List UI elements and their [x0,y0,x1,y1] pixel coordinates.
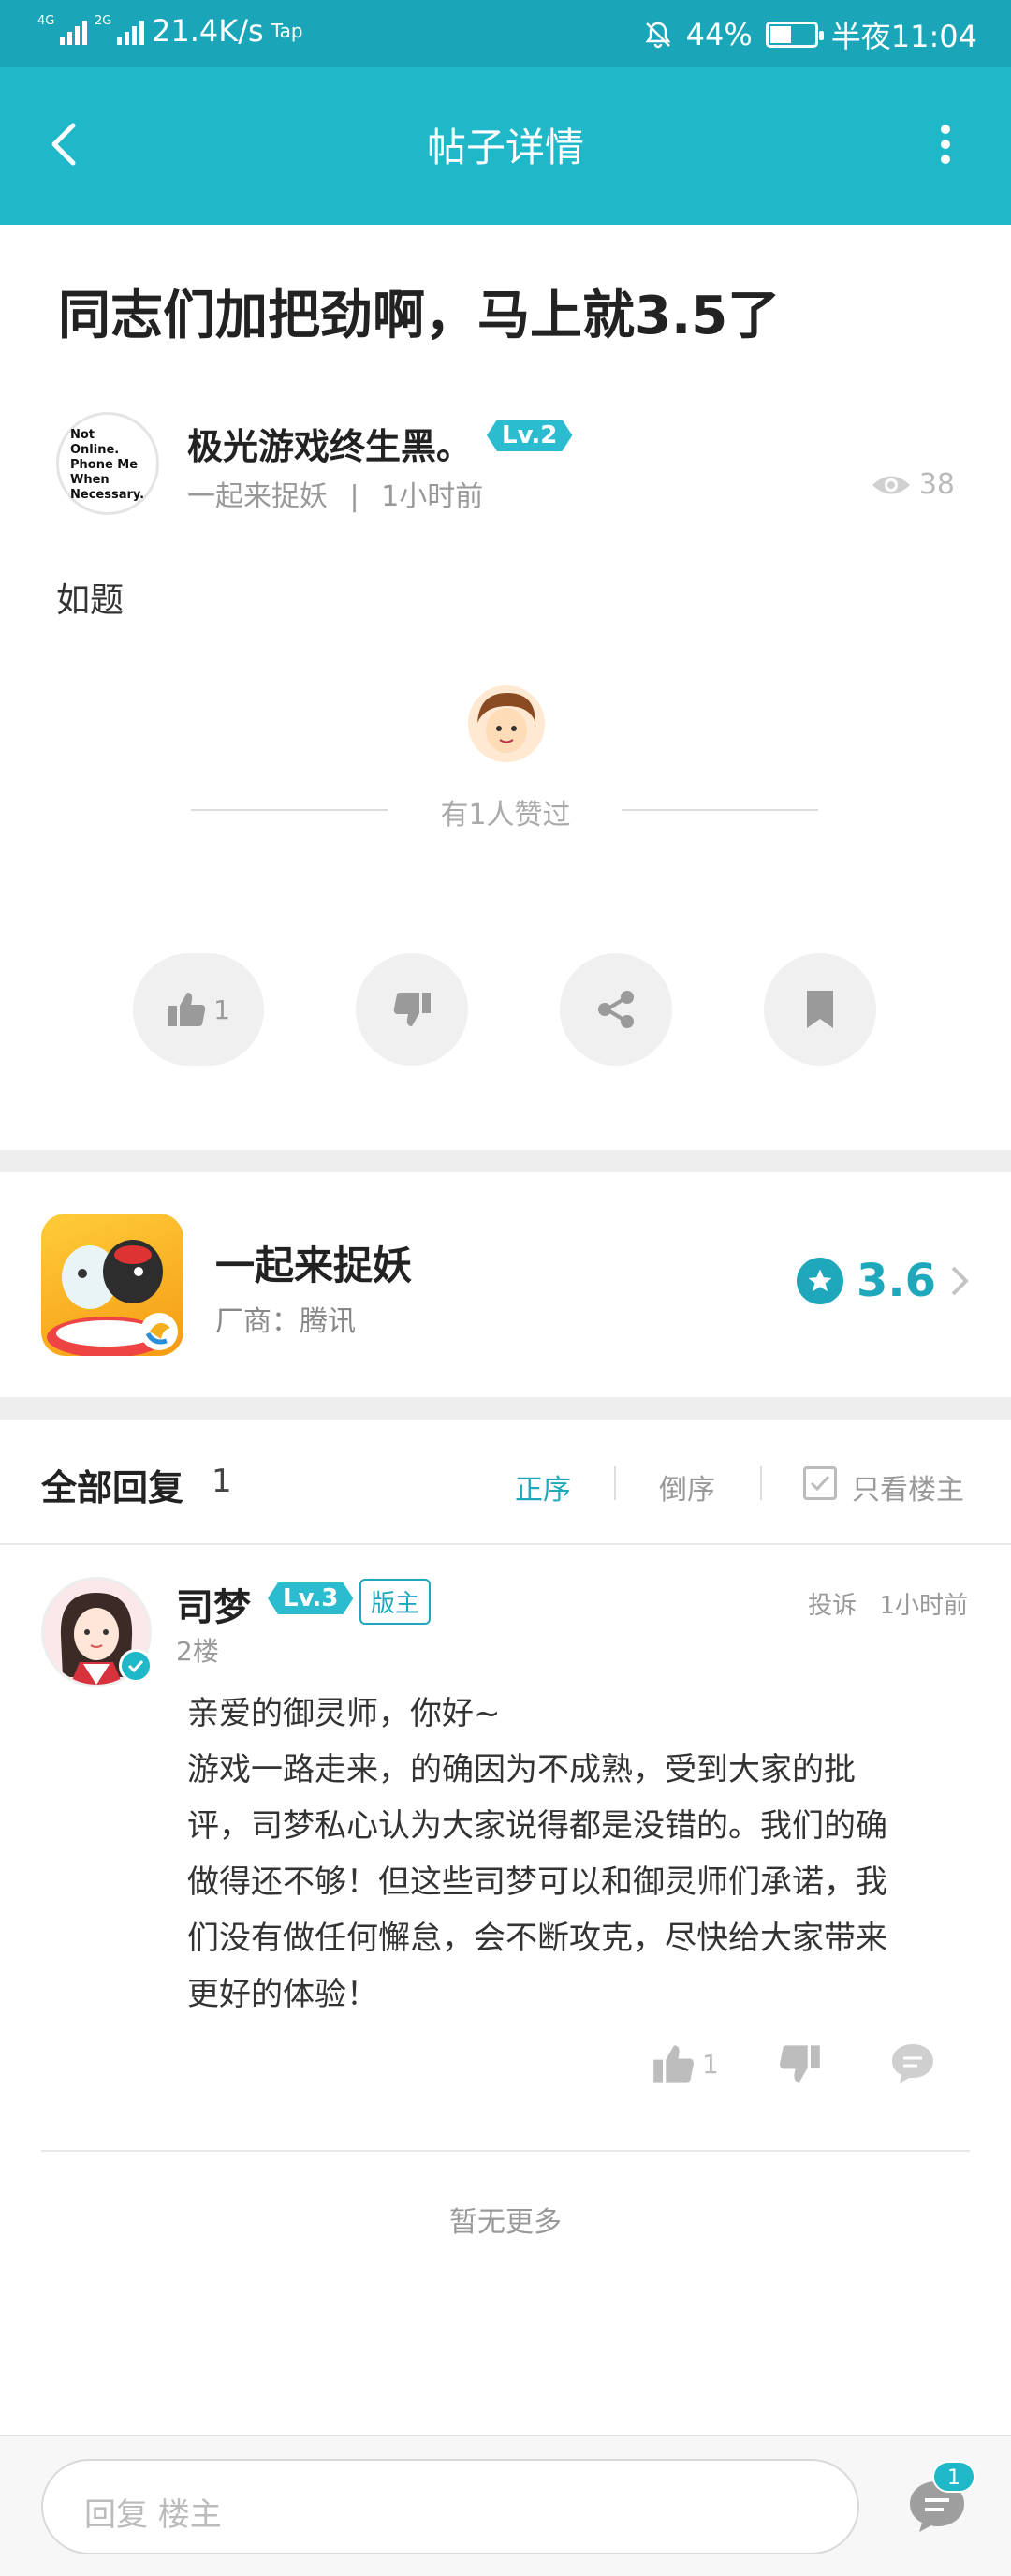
mute-bell-icon [645,22,671,49]
reply-input[interactable]: 回复 楼主 [41,2459,859,2554]
dislike-button[interactable] [356,953,468,1066]
game-name[interactable]: 一起来捉妖 [215,1234,412,1291]
thumb-down-icon [393,993,431,1026]
post-meta: 一起来捉妖 | 1小时前 [187,480,484,513]
reply-body: 亲爱的御灵师，你好~ 游戏一路走来，的确因为不成熟，受到大家的批 评，司梦私心认… [187,1695,887,2013]
divider [760,1466,762,1500]
app-bar: 帖子详情 [0,67,1011,225]
view-count: 38 [871,468,955,501]
reply-like-button[interactable]: 1 [652,2038,719,2090]
reply-level-badge: Lv.3 [268,1582,354,1614]
like-button[interactable]: 1 [133,953,264,1066]
share-icon [598,991,634,1028]
reply-comment-button[interactable] [889,2038,936,2090]
eye-icon [872,476,910,493]
network-speed: 21.4K/s [152,13,264,49]
thumb-up-icon [653,2045,694,2083]
share-button[interactable] [560,953,672,1066]
check-icon [810,1475,830,1492]
tap-indicator: Tap [271,20,303,42]
moderator-badge: 版主 [359,1579,432,1625]
sort-descending-tab[interactable]: 倒序 [659,1466,715,1508]
signal-2g-icon: 2G [95,15,144,45]
reply-author-name[interactable]: 司梦 [176,1577,251,1631]
bookmark-icon [807,991,833,1028]
post-time: 1小时前 [381,480,484,513]
chevron-right-icon [951,1266,969,1296]
star-icon [796,1258,843,1304]
signal-4g-icon: 4G [37,15,87,45]
message-count-badge: 1 [932,2461,975,2493]
divider [0,1543,1011,1545]
bookmark-button[interactable] [764,953,876,1066]
reply-meta: 投诉 1小时前 [808,1586,968,1621]
post-body: 如题 [56,581,125,620]
thumb-down-icon [780,2045,820,2083]
no-more-text: 暂无更多 [449,2206,562,2239]
author-level-badge: Lv.2 [487,420,573,451]
only-owner-checkbox[interactable] [803,1466,837,1500]
post-game[interactable]: 一起来捉妖 [187,480,328,513]
reply-time: 1小时前 [879,1592,968,1620]
replies-header: 全部回复 [41,1467,184,1509]
post-title: 同志们加把劲啊，马上就3.5了 [58,286,781,346]
section-separator [0,1397,1011,1420]
reply-dislike-button[interactable] [777,2038,822,2090]
page-title: 帖子详情 [426,125,584,170]
bottom-bar: 回复 楼主 1 [0,2435,1011,2576]
divider [41,2150,970,2152]
status-bar: 4G 2G 21.4K/s Tap 44% 半夜11:04 [0,0,1011,67]
only-owner-label[interactable]: 只看楼主 [852,1466,964,1508]
verified-icon [119,1649,153,1683]
reply-avatar[interactable] [41,1577,153,1687]
author-avatar[interactable]: Not Online. Phone Me When Necessary. [56,412,159,515]
liker-avatar[interactable] [468,685,545,762]
comment-bubble-icon [892,2044,933,2083]
liked-count-text: 有1人赞过 [440,799,571,832]
battery-percent: 44% [685,17,753,52]
game-vendor: 厂商：腾讯 [215,1305,356,1338]
section-separator [0,1150,1011,1172]
battery-icon [765,22,824,48]
floor-number: 2楼 [176,1636,219,1667]
divider [614,1466,616,1500]
more-options-icon[interactable] [936,116,955,172]
thumb-up-icon [168,993,206,1026]
sort-ascending-tab[interactable]: 正序 [515,1466,571,1508]
report-link[interactable]: 投诉 [808,1592,857,1620]
clock: 半夜11:04 [830,19,977,54]
game-icon[interactable] [41,1214,183,1356]
author-name[interactable]: 极光游戏终生黑。 [187,418,472,469]
game-score[interactable]: 3.6 [796,1255,970,1307]
replies-count: 1 [212,1463,232,1500]
